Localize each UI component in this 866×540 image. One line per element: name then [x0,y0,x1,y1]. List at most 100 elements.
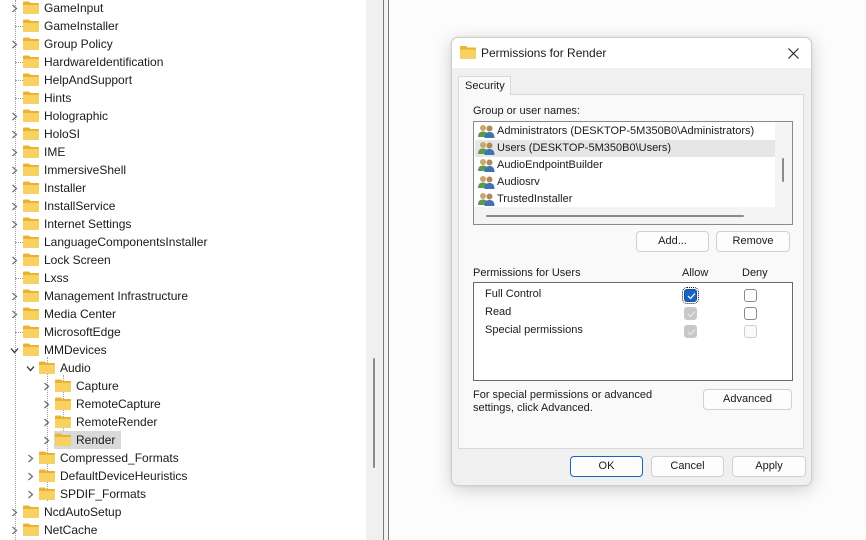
chevron-right-icon[interactable] [41,377,53,395]
tree-scrollbar-thumb[interactable] [373,358,375,468]
tree-item-label: DefaultDeviceHeuristics [60,469,188,483]
tree-item[interactable]: Render [0,431,366,449]
ok-button[interactable]: OK [570,456,643,477]
tree-item[interactable]: MicrosoftEdge [0,323,366,341]
tree-item-label: InstallService [44,199,116,213]
chevron-right-icon[interactable] [9,251,21,269]
tree-item[interactable]: GameInput [0,0,366,17]
tree-item[interactable]: NcdAutoSetup [0,503,366,521]
chevron-right-icon[interactable] [9,0,21,17]
chevron-right-icon[interactable] [9,215,21,233]
chevron-right-icon[interactable] [9,503,21,521]
advanced-button[interactable]: Advanced [703,389,792,410]
user-list-item[interactable]: AudioEndpointBuilder [475,157,776,174]
group-user-list[interactable]: Administrators (DESKTOP-5M350B0\Administ… [473,121,793,225]
user-list-vertical-scrollbar[interactable] [775,122,792,224]
tree-item[interactable]: HardwareIdentification [0,53,366,71]
tree-item[interactable]: InstallService [0,197,366,215]
chevron-right-icon[interactable] [9,143,21,161]
tree-item[interactable]: Group Policy [0,35,366,53]
deny-checkbox[interactable] [744,307,757,320]
tree-item[interactable]: Internet Settings [0,215,366,233]
chevron-right-icon[interactable] [9,197,21,215]
tree-item[interactable]: HoloSI [0,125,366,143]
tree-item[interactable]: IME [0,143,366,161]
folder-icon [55,379,71,392]
registry-tree[interactable]: GameInput GameInstaller Group Policy Hardwa… [0,0,366,540]
remove-button[interactable]: Remove [716,231,790,252]
permissions-list: Full Control Read Special permissions [473,282,793,381]
chevron-down-icon[interactable] [25,359,37,377]
folder-icon [23,127,39,140]
chevron-right-icon[interactable] [9,107,21,125]
deny-column-header: Deny [742,267,768,279]
chevron-down-icon[interactable] [9,341,21,359]
folder-icon [23,523,39,536]
add-button[interactable]: Add... [636,231,709,252]
user-list-item[interactable]: Users (DESKTOP-5M350B0\Users) [475,140,776,157]
tree-item[interactable]: Capture [0,377,366,395]
tree-item[interactable]: NetCache [0,521,366,539]
allow-checkbox [684,325,697,338]
tree-scrollbar[interactable] [366,0,383,540]
chevron-right-icon[interactable] [9,125,21,143]
chevron-right-icon[interactable] [9,161,21,179]
deny-checkbox[interactable] [744,289,757,302]
tree-item[interactable]: Installer [0,179,366,197]
chevron-right-icon[interactable] [41,395,53,413]
tree-item-label: NcdAutoSetup [44,505,122,519]
tree-item[interactable]: Media Center [0,305,366,323]
tree-item-label: Internet Settings [44,217,132,231]
tree-item[interactable]: LanguageComponentsInstaller [0,233,366,251]
tree-item[interactable]: ImmersiveShell [0,161,366,179]
tree-item[interactable]: HelpAndSupport [0,71,366,89]
close-button[interactable] [775,38,811,68]
chevron-right-icon[interactable] [25,485,37,503]
tree-item[interactable]: RemoteRender [0,413,366,431]
user-list-item[interactable]: TrustedInstaller [475,191,776,208]
tree-item[interactable]: Hints [0,89,366,107]
tree-connector [15,332,23,333]
tree-item[interactable]: DefaultDeviceHeuristics [0,467,366,485]
tree-item-label: Render [76,433,116,447]
chevron-right-icon[interactable] [9,521,21,539]
tree-item[interactable]: Compressed_Formats [0,449,366,467]
user-list-item[interactable]: Administrators (DESKTOP-5M350B0\Administ… [475,123,776,140]
tree-connector [15,62,23,63]
allow-checkbox[interactable] [682,287,699,304]
chevron-right-icon[interactable] [41,413,53,431]
permission-name: Full Control [485,288,542,300]
user-list-item[interactable]: Audiosrv [475,174,776,191]
tree-item[interactable]: Lock Screen [0,251,366,269]
tree-item[interactable]: Audio [0,359,366,377]
tree-item[interactable]: MMDevices [0,341,366,359]
tree-item[interactable]: RemoteCapture [0,395,366,413]
tree-item[interactable]: SPDIF_Formats [0,485,366,503]
tree-item-label: NetCache [44,523,98,537]
chevron-right-icon[interactable] [25,467,37,485]
folder-icon [23,73,39,86]
chevron-right-icon[interactable] [25,449,37,467]
dialog-titlebar[interactable]: Permissions for Render [452,38,811,68]
tab-security[interactable]: Security [458,76,511,95]
tree-connector [15,26,23,27]
folder-icon [23,199,39,212]
user-group-icon [478,175,495,192]
tree-item[interactable]: GameInstaller [0,17,366,35]
user-list-vscroll-thumb[interactable] [782,158,784,182]
cancel-button[interactable]: Cancel [651,456,724,477]
chevron-right-icon[interactable] [9,305,21,323]
tree-item[interactable]: Management Infrastructure [0,287,366,305]
chevron-right-icon[interactable] [9,179,21,197]
chevron-right-icon[interactable] [41,431,53,449]
chevron-right-icon[interactable] [9,35,21,53]
user-list-hscroll-thumb[interactable] [486,215,744,217]
folder-icon [55,415,71,428]
permission-row: Read [474,304,792,322]
folder-icon [23,55,39,68]
chevron-right-icon[interactable] [9,287,21,305]
user-list-horizontal-scrollbar[interactable] [474,207,775,224]
tree-item[interactable]: Holographic [0,107,366,125]
apply-button[interactable]: Apply [732,456,806,477]
tree-item[interactable]: Lxss [0,269,366,287]
